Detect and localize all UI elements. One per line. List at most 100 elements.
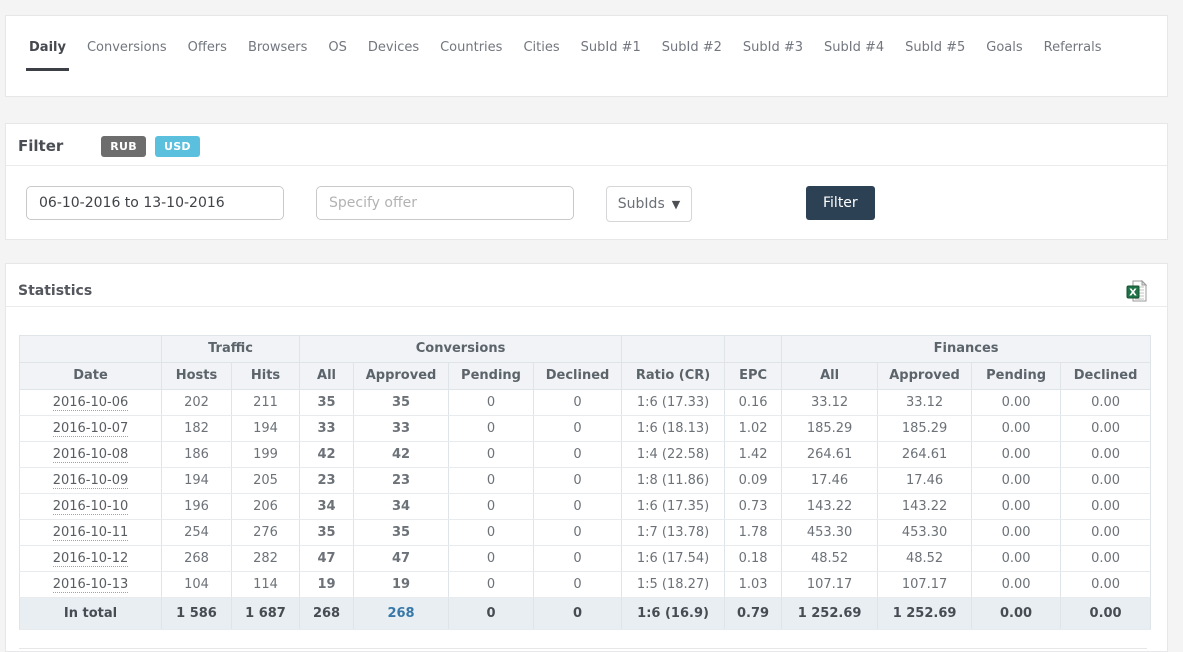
conv-all-cell[interactable]: 23 [300, 468, 354, 494]
date-link[interactable]: 2016-10-10 [53, 499, 129, 515]
ratio-cell: 1:4 (22.58) [622, 442, 725, 468]
epc-cell: 1.78 [725, 520, 782, 546]
ratio-cell: 1:6 (17.35) [622, 494, 725, 520]
conv-all-cell[interactable]: 35 [300, 390, 354, 416]
date-link[interactable]: 2016-10-07 [53, 421, 129, 437]
tab-subid-2[interactable]: SubId #2 [659, 40, 725, 68]
tab-countries[interactable]: Countries [437, 40, 505, 68]
total-epc-cell: 0.79 [725, 598, 782, 630]
total-hits-cell: 1 687 [232, 598, 300, 630]
conv-approved-cell[interactable]: 19 [354, 572, 449, 598]
conv-pending-cell: 0 [449, 468, 534, 494]
hosts-cell: 182 [162, 416, 232, 442]
table-row: 2016-10-062022113535001:6 (17.33)0.1633.… [20, 390, 1151, 416]
tab-browsers[interactable]: Browsers [245, 40, 310, 68]
group-traffic: Traffic [162, 336, 300, 363]
table-row: 2016-10-081861994242001:4 (22.58)1.42264… [20, 442, 1151, 468]
date-link[interactable]: 2016-10-06 [53, 395, 129, 411]
fin-pending-cell: 0.00 [972, 520, 1061, 546]
conv-approved-cell[interactable]: 23 [354, 468, 449, 494]
conv-all-cell[interactable]: 42 [300, 442, 354, 468]
tab-subid-4[interactable]: SubId #4 [821, 40, 887, 68]
date-cell: 2016-10-09 [20, 468, 162, 494]
conv-declined-cell: 0 [534, 442, 622, 468]
date-range-input[interactable] [26, 186, 284, 220]
col-fin-approved: Approved [878, 363, 972, 390]
fin-pending-cell: 0.00 [972, 572, 1061, 598]
date-link[interactable]: 2016-10-09 [53, 473, 129, 489]
conv-pending-cell: 0 [449, 442, 534, 468]
conv-pending-cell: 0 [449, 494, 534, 520]
col-fin-declined: Declined [1061, 363, 1151, 390]
date-cell: 2016-10-11 [20, 520, 162, 546]
conv-approved-cell[interactable]: 35 [354, 390, 449, 416]
conv-declined-cell: 0 [534, 416, 622, 442]
date-link[interactable]: 2016-10-12 [53, 551, 129, 567]
conv-declined-cell: 0 [534, 468, 622, 494]
total-ratio-cell: 1:6 (16.9) [622, 598, 725, 630]
tab-referrals[interactable]: Referrals [1041, 40, 1105, 68]
table-row: 2016-10-122682824747001:6 (17.54)0.1848.… [20, 546, 1151, 572]
conv-approved-cell[interactable]: 34 [354, 494, 449, 520]
conv-approved-cell[interactable]: 33 [354, 416, 449, 442]
date-cell: 2016-10-12 [20, 546, 162, 572]
hits-cell: 205 [232, 468, 300, 494]
col-fin-pending: Pending [972, 363, 1061, 390]
statistics-page: Daily Conversions Offers Browsers OS Devices C… [0, 0, 1183, 652]
conv-all-cell[interactable]: 34 [300, 494, 354, 520]
ratio-cell: 1:8 (11.86) [622, 468, 725, 494]
fin-all-cell: 264.61 [782, 442, 878, 468]
filter-title: Filter [18, 137, 63, 155]
usd-currency-badge[interactable]: USD [155, 136, 200, 157]
date-link[interactable]: 2016-10-08 [53, 447, 129, 463]
tab-offers[interactable]: Offers [185, 40, 230, 68]
total-conv-pending-cell: 0 [449, 598, 534, 630]
total-hosts-cell: 1 586 [162, 598, 232, 630]
tab-subid-5[interactable]: SubId #5 [902, 40, 968, 68]
fin-approved-cell: 185.29 [878, 416, 972, 442]
conv-all-cell[interactable]: 19 [300, 572, 354, 598]
fin-approved-cell: 107.17 [878, 572, 972, 598]
tab-conversions[interactable]: Conversions [84, 40, 170, 68]
date-link[interactable]: 2016-10-11 [53, 525, 129, 541]
tab-os[interactable]: OS [325, 40, 349, 68]
tab-cities[interactable]: Cities [520, 40, 562, 68]
filter-button[interactable]: Filter [806, 186, 875, 220]
offer-input[interactable] [316, 186, 574, 220]
tab-subid-1[interactable]: SubId #1 [578, 40, 644, 68]
total-fin-pending-cell: 0.00 [972, 598, 1061, 630]
ratio-cell: 1:7 (13.78) [622, 520, 725, 546]
date-cell: 2016-10-08 [20, 442, 162, 468]
conv-approved-cell[interactable]: 47 [354, 546, 449, 572]
subids-dropdown[interactable]: SubIds ▼ [606, 186, 692, 222]
date-link[interactable]: 2016-10-13 [53, 577, 129, 593]
fin-declined-cell: 0.00 [1061, 494, 1151, 520]
conv-pending-cell: 0 [449, 572, 534, 598]
table-row: 2016-10-071821943333001:6 (18.13)1.02185… [20, 416, 1151, 442]
ratio-cell: 1:5 (18.27) [622, 572, 725, 598]
tab-subid-3[interactable]: SubId #3 [740, 40, 806, 68]
fin-declined-cell: 0.00 [1061, 390, 1151, 416]
conv-all-cell[interactable]: 33 [300, 416, 354, 442]
conv-all-cell[interactable]: 47 [300, 546, 354, 572]
hosts-cell: 202 [162, 390, 232, 416]
currency-toggle-group: RUB USD [101, 135, 209, 157]
excel-export-icon[interactable]: X [1126, 279, 1147, 303]
hosts-cell: 196 [162, 494, 232, 520]
rub-currency-badge[interactable]: RUB [101, 136, 146, 157]
conv-approved-cell[interactable]: 35 [354, 520, 449, 546]
tab-daily[interactable]: Daily [26, 40, 69, 71]
chevron-down-icon: ▼ [672, 198, 680, 211]
svg-text:X: X [1129, 288, 1137, 299]
col-epc: EPC [725, 363, 782, 390]
stats-table-body: 2016-10-062022113535001:6 (17.33)0.1633.… [20, 390, 1151, 630]
conv-all-cell[interactable]: 35 [300, 520, 354, 546]
tab-goals[interactable]: Goals [983, 40, 1025, 68]
col-hits: Hits [232, 363, 300, 390]
conv-approved-cell[interactable]: 42 [354, 442, 449, 468]
conv-pending-cell: 0 [449, 520, 534, 546]
group-spacer-epc [725, 336, 782, 363]
divider [19, 648, 1147, 649]
tab-devices[interactable]: Devices [365, 40, 422, 68]
date-cell: 2016-10-13 [20, 572, 162, 598]
